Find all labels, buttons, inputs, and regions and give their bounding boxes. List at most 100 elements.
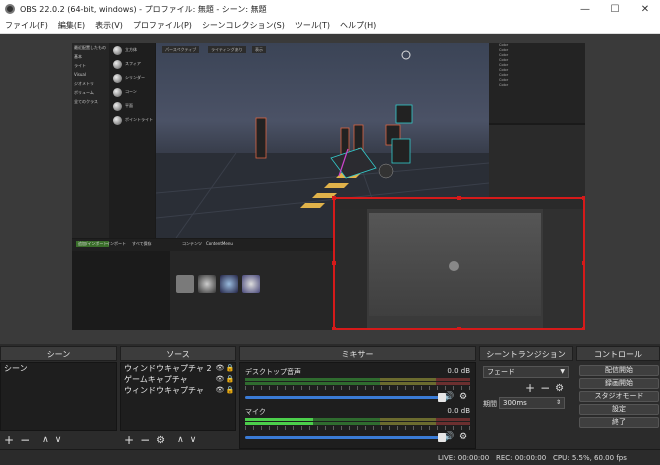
exit-button[interactable]: 終了 xyxy=(579,417,659,428)
scene-item[interactable]: シーン xyxy=(1,363,116,375)
resize-handle[interactable] xyxy=(457,327,461,330)
remove-scene-button[interactable]: − xyxy=(20,433,30,447)
mixer-body: デスクトップ音声 0.0 dB 🔊 ⚙ マイク 0.0 dB 🔊 ⚙ xyxy=(239,362,476,449)
capture-text: 追加/インポート xyxy=(76,241,110,247)
controls-dock-title: コントロール xyxy=(576,346,660,361)
menu-file[interactable]: ファイル(F) xyxy=(0,20,53,31)
volume-meter xyxy=(245,418,470,421)
capture-text: すべて保存 xyxy=(132,241,152,246)
volume-slider[interactable] xyxy=(245,392,446,402)
volume-slider[interactable] xyxy=(245,432,446,442)
eye-icon[interactable]: 👁 xyxy=(215,374,225,385)
capture-thumbnail xyxy=(220,275,238,293)
add-scene-button[interactable]: + xyxy=(4,433,14,447)
menu-bar: ファイル(F) 編集(E) 表示(V) プロファイル(P) シーンコレクション(… xyxy=(0,18,660,34)
move-source-down-button[interactable]: ∨ xyxy=(190,435,197,445)
menu-edit[interactable]: 編集(E) xyxy=(53,20,90,31)
transitions-dock: シーントランジション フェード ▼ + − ⚙ 期間 300ms ⇕ xyxy=(479,346,573,449)
capture-mode-item: 平面 xyxy=(109,99,155,113)
scenes-dock: シーン シーン + − ∧ ∨ xyxy=(0,346,117,449)
lock-icon[interactable]: 🔒 xyxy=(225,374,235,385)
volume-meter xyxy=(245,382,470,385)
resize-handle[interactable] xyxy=(582,327,585,330)
lock-icon[interactable]: 🔒 xyxy=(225,385,235,396)
source-item[interactable]: ゲームキャプチャ 👁 🔒 xyxy=(121,374,235,385)
duration-input[interactable]: 300ms ⇕ xyxy=(499,397,565,409)
mixer-channel-desktop: デスクトップ音声 0.0 dB 🔊 ⚙ xyxy=(245,367,470,403)
transition-actions: + − ⚙ xyxy=(525,381,564,395)
resize-handle[interactable] xyxy=(332,261,336,265)
capture-mode-item: スフィア xyxy=(109,57,155,71)
remove-transition-button[interactable]: − xyxy=(540,381,550,395)
start-streaming-button[interactable]: 配信開始 xyxy=(579,365,659,376)
source-properties-gear-icon[interactable]: ⚙ xyxy=(156,435,165,446)
volume-slider-handle[interactable] xyxy=(438,432,446,442)
resize-handle[interactable] xyxy=(457,196,461,200)
transitions-dock-title: シーントランジション xyxy=(479,346,573,361)
capture-thumbnail xyxy=(176,275,194,293)
resize-handle[interactable] xyxy=(582,261,585,265)
menu-view[interactable]: 表示(V) xyxy=(90,20,128,31)
scenes-toolbar: + − ∧ ∨ xyxy=(0,431,117,449)
volume-slider-handle[interactable] xyxy=(438,392,446,402)
rec-timer: REC: 00:00:00 xyxy=(496,454,547,462)
duration-label: 期間 xyxy=(483,400,497,408)
minimize-button[interactable]: — xyxy=(570,0,600,18)
mixer-dock: ミキサー デスクトップ音声 0.0 dB 🔊 ⚙ マイク 0.0 dB 🔊 ⚙ xyxy=(239,346,476,449)
remove-source-button[interactable]: − xyxy=(140,433,150,447)
lock-icon[interactable]: 🔒 xyxy=(225,363,235,374)
source-name: ウィンドウキャプチャ 2 xyxy=(124,364,212,373)
menu-help[interactable]: ヘルプ(H) xyxy=(335,20,381,31)
studio-mode-button[interactable]: スタジオモード xyxy=(579,391,659,402)
channel-settings-gear-icon[interactable]: ⚙ xyxy=(456,392,470,402)
source-item[interactable]: ウィンドウキャプチャ 👁 🔒 xyxy=(121,385,235,396)
preview-area: 最近配置したもの 基本 ライト Visual ジオメトリ ボリューム 全てのクラ… xyxy=(0,34,660,344)
move-scene-up-button[interactable]: ∧ xyxy=(42,435,49,445)
overlay-left-panel xyxy=(335,209,367,328)
move-source-up-button[interactable]: ∧ xyxy=(177,435,184,445)
meter-scale xyxy=(245,386,470,390)
resize-handle[interactable] xyxy=(582,196,585,200)
selected-source-overlay[interactable] xyxy=(332,196,585,330)
eye-icon[interactable]: 👁 xyxy=(215,385,225,396)
settings-button[interactable]: 設定 xyxy=(579,404,659,415)
transition-properties-gear-icon[interactable]: ⚙ xyxy=(555,383,564,394)
move-scene-down-button[interactable]: ∨ xyxy=(55,435,62,445)
start-recording-button[interactable]: 録画開始 xyxy=(579,378,659,389)
overlay-viewport xyxy=(369,213,541,316)
resize-handle[interactable] xyxy=(332,327,336,330)
add-source-button[interactable]: + xyxy=(124,433,134,447)
capture-text: 全てのクラス xyxy=(74,99,98,104)
capture-thumbnail xyxy=(198,275,216,293)
menu-profile[interactable]: プロファイル(P) xyxy=(128,20,197,31)
scenes-dock-title: シーン xyxy=(0,346,117,361)
capture-place-panel: 最近配置したもの 基本 ライト Visual ジオメトリ ボリューム 全てのクラ… xyxy=(72,43,109,238)
capture-thumbnail xyxy=(242,275,260,293)
close-button[interactable]: ✕ xyxy=(630,0,660,18)
capture-text: ボリューム xyxy=(74,90,94,95)
obs-logo-icon xyxy=(5,4,15,14)
menu-tools[interactable]: ツール(T) xyxy=(290,20,335,31)
capture-text: インポート xyxy=(106,241,126,246)
transition-select[interactable]: フェード ▼ xyxy=(483,366,569,378)
source-name: ゲームキャプチャ xyxy=(124,375,188,384)
add-transition-button[interactable]: + xyxy=(525,381,535,395)
source-item[interactable]: ウィンドウキャプチャ 2 👁 🔒 xyxy=(121,363,235,374)
chevron-down-icon: ▼ xyxy=(560,368,565,375)
preview-canvas[interactable]: 最近配置したもの 基本 ライト Visual ジオメトリ ボリューム 全てのクラ… xyxy=(72,43,585,330)
capture-mode-item: シリンダー xyxy=(109,71,155,85)
capture-text: 最近配置したもの xyxy=(74,45,106,50)
overlay-toolbar xyxy=(335,199,583,209)
resize-handle[interactable] xyxy=(332,196,336,200)
live-timer: LIVE: 00:00:00 xyxy=(438,454,490,462)
capture-mode-item: ポイントライト xyxy=(109,113,155,127)
window-title: OBS 22.0.2 (64-bit, windows) - プロファイル: 無… xyxy=(20,4,267,14)
source-name: ウィンドウキャプチャ xyxy=(124,386,204,395)
eye-icon[interactable]: 👁 xyxy=(215,363,225,374)
menu-scene-collection[interactable]: シーンコレクション(S) xyxy=(197,20,290,31)
sources-dock-title: ソース xyxy=(120,346,236,361)
maximize-button[interactable]: ☐ xyxy=(600,0,630,18)
sources-toolbar: + − ⚙ ∧ ∨ xyxy=(120,431,236,449)
channel-settings-gear-icon[interactable]: ⚙ xyxy=(456,432,470,442)
capture-text: 基本 xyxy=(74,54,82,59)
